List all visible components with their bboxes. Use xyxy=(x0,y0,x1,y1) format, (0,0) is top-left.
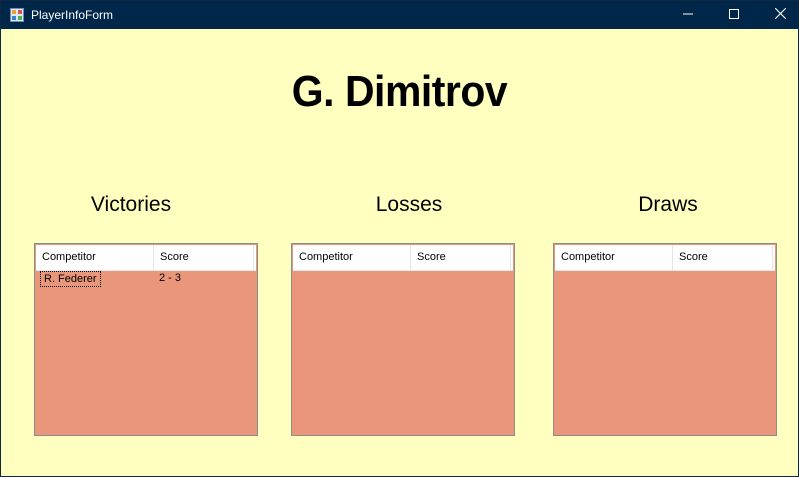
window-title: PlayerInfoForm xyxy=(31,8,114,22)
victories-list-header: Competitor Score xyxy=(36,245,256,271)
losses-list[interactable]: Competitor Score xyxy=(291,243,515,436)
draws-list-header: Competitor Score xyxy=(555,245,775,271)
close-button[interactable] xyxy=(757,1,799,29)
close-icon xyxy=(774,6,786,24)
victories-list[interactable]: Competitor Score R. Federer 2 - 3 xyxy=(34,243,258,436)
losses-list-header: Competitor Score xyxy=(293,245,513,271)
column-header-score[interactable]: Score xyxy=(154,245,254,270)
column-header-score[interactable]: Score xyxy=(411,245,511,270)
column-header-competitor[interactable]: Competitor xyxy=(555,245,673,270)
title-bar[interactable]: PlayerInfoForm xyxy=(1,1,798,29)
victories-label: Victories xyxy=(90,193,172,216)
list-item[interactable]: R. Federer 2 - 3 xyxy=(36,270,256,287)
column-header-score[interactable]: Score xyxy=(673,245,773,270)
draws-list[interactable]: Competitor Score xyxy=(553,243,777,436)
column-header-competitor[interactable]: Competitor xyxy=(293,245,411,270)
maximize-icon xyxy=(729,6,739,24)
score-cell: 2 - 3 xyxy=(159,272,182,284)
column-header-competitor[interactable]: Competitor xyxy=(36,245,154,270)
player-info-window: PlayerInfoForm G. Dimitrov Victories Com… xyxy=(0,0,799,477)
competitor-cell: R. Federer xyxy=(40,271,101,287)
draws-label: Draws xyxy=(638,193,698,216)
app-form-icon[interactable] xyxy=(10,8,24,22)
maximize-button[interactable] xyxy=(711,1,757,29)
player-name-heading: G. Dimitrov xyxy=(291,67,508,116)
minimize-icon xyxy=(683,6,693,24)
minimize-button[interactable] xyxy=(665,1,711,29)
losses-label: Losses xyxy=(375,193,443,216)
